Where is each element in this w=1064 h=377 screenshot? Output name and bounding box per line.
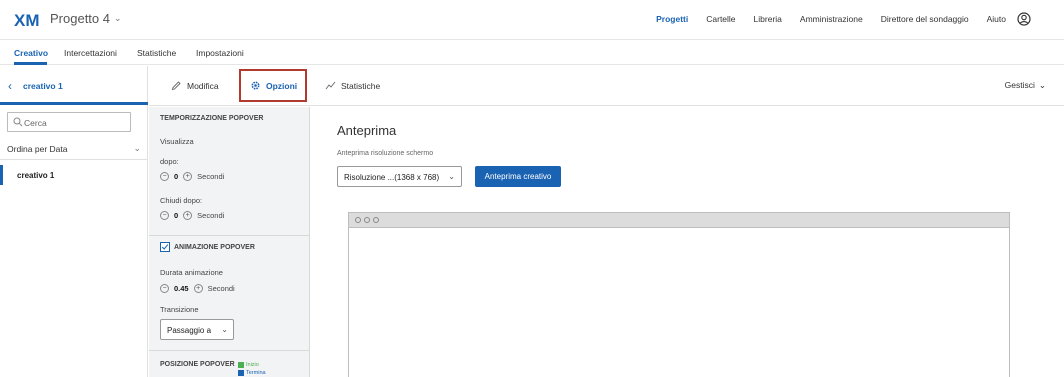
legend-end: Termina [238, 370, 266, 376]
svg-text:XM: XM [14, 11, 40, 29]
divider [149, 235, 310, 236]
legend-end-label: Termina [246, 370, 266, 376]
modifica-button[interactable]: Modifica [171, 80, 219, 91]
duration-value[interactable]: 0.45 [174, 284, 189, 293]
legend-start-swatch [238, 362, 244, 368]
close-after-value[interactable]: 0 [174, 211, 178, 220]
selected-indicator [0, 165, 3, 185]
chevron-down-icon: ⌄ [133, 143, 141, 153]
timing-header: TEMPORIZZAZIONE POPOVER [160, 115, 264, 122]
decrement-button[interactable]: − [160, 172, 169, 181]
editor-toolbar: Modifica Opzioni Statistiche Gestisci ⌄ [149, 66, 1064, 106]
browser-title-bar [349, 213, 1009, 228]
sub-tabs: Creativo Intercettazioni Statistiche Imp… [0, 41, 1064, 65]
browser-preview-frame [348, 212, 1010, 377]
tab-impostazioni[interactable]: Impostazioni [196, 48, 244, 58]
sort-label: Ordina per Data [7, 144, 68, 154]
list-item-label: creativo 1 [17, 171, 55, 180]
modifica-label: Modifica [187, 80, 219, 91]
tab-intercettazioni[interactable]: Intercettazioni [64, 48, 117, 58]
gestisci-dropdown[interactable]: Gestisci ⌄ [1005, 80, 1046, 91]
tab-creativo[interactable]: Creativo [14, 48, 48, 58]
legend-start-label: Inizio [246, 362, 259, 368]
resolution-label: Anteprima risoluzione schermo [337, 150, 434, 157]
transition-label: Transizione [160, 305, 199, 314]
increment-button[interactable]: + [193, 284, 203, 293]
nav-cartelle[interactable]: Cartelle [706, 14, 735, 24]
preview-creative-button[interactable]: Anteprima creativo [475, 166, 561, 187]
nav-libreria[interactable]: Libreria [754, 14, 782, 24]
chevron-down-icon: ⌄ [221, 325, 228, 334]
nav-aiuto[interactable]: Aiuto [987, 14, 1006, 24]
back-chevron-icon[interactable]: ‹ [8, 79, 12, 93]
active-tab-indicator [14, 62, 47, 65]
window-dot-icon [364, 217, 370, 223]
legend-start: Inizio [238, 362, 259, 368]
chevron-down-icon: ⌄ [448, 172, 455, 181]
top-nav: Progetti Cartelle Libreria Amministrazio… [656, 14, 1006, 24]
list-item[interactable]: creativo 1 [0, 165, 147, 185]
show-after-stepper: − 0 + Secondi [160, 172, 224, 181]
search-placeholder: Cerca [24, 118, 47, 128]
search-input[interactable]: Cerca [7, 112, 131, 132]
pencil-icon [171, 81, 181, 91]
creative-list-title: creativo 1 [23, 81, 63, 91]
seconds-label: Secondi [197, 172, 225, 181]
duration-stepper: − 0.45 + Secondi [160, 284, 235, 293]
seconds-label: Secondi [207, 284, 235, 293]
transition-select[interactable]: Passaggio a ⌄ [160, 319, 234, 340]
chevron-down-icon: ⌄ [114, 13, 122, 23]
window-controls [355, 217, 379, 223]
transition-value: Passaggio a [167, 326, 212, 335]
sort-dropdown[interactable]: Ordina per Data ⌄ [0, 138, 147, 160]
resolution-select[interactable]: Risoluzione ...(1368 x 768) ⌄ [337, 166, 462, 187]
xm-logo[interactable]: XM [14, 11, 40, 29]
resolution-value: Risoluzione ...(1368 x 768) [344, 173, 440, 182]
decrement-button[interactable]: − [160, 284, 169, 293]
creative-list-panel: ‹ creativo 1 Cerca Ordina per Data ⌄ cre… [0, 66, 148, 377]
nav-amministrazione[interactable]: Amministrazione [800, 14, 863, 24]
chart-line-icon [325, 81, 336, 90]
after-label: dopo: [160, 157, 179, 166]
animation-checkbox[interactable] [160, 242, 170, 252]
animation-header: ANIMAZIONE POPOVER [174, 244, 255, 251]
window-dot-icon [355, 217, 361, 223]
statistiche-label: Statistiche [341, 80, 381, 91]
checkmark-icon [161, 244, 169, 250]
gestisci-label: Gestisci [1004, 80, 1035, 90]
chevron-down-icon: ⌄ [1038, 80, 1046, 90]
show-after-value[interactable]: 0 [174, 172, 178, 181]
position-header: POSIZIONE POPOVER [160, 361, 235, 368]
legend-end-swatch [238, 370, 244, 376]
opzioni-button[interactable]: Opzioni [250, 80, 297, 91]
options-panel: TEMPORIZZAZIONE POPOVER Visualizza dopo:… [149, 107, 310, 377]
user-account-icon[interactable] [1017, 12, 1031, 26]
search-icon [13, 117, 23, 127]
tab-statistiche[interactable]: Statistiche [137, 48, 176, 58]
close-after-label: Chiudi dopo: [160, 196, 203, 205]
increment-button[interactable]: + [183, 172, 193, 181]
project-title: Progetto 4 [50, 11, 110, 26]
preview-title: Anteprima [337, 123, 397, 138]
opzioni-label: Opzioni [266, 80, 298, 91]
nav-progetti[interactable]: Progetti [656, 14, 688, 24]
project-selector[interactable]: Progetto 4 ⌄ [50, 11, 122, 26]
creative-list-header: ‹ creativo 1 [0, 66, 148, 105]
divider [149, 350, 310, 351]
decrement-button[interactable]: − [160, 211, 169, 220]
top-bar: XM Progetto 4 ⌄ Progetti Cartelle Librer… [0, 0, 1064, 40]
duration-label: Durata animazione [160, 268, 223, 277]
close-after-stepper: − 0 + Secondi [160, 211, 224, 220]
increment-button[interactable]: + [183, 211, 193, 220]
statistiche-button[interactable]: Statistiche [325, 80, 380, 91]
window-dot-icon [373, 217, 379, 223]
show-label: Visualizza [160, 137, 194, 146]
seconds-label: Secondi [197, 211, 225, 220]
gear-icon [251, 81, 260, 90]
nav-direttore-sondaggio[interactable]: Direttore del sondaggio [881, 14, 969, 24]
